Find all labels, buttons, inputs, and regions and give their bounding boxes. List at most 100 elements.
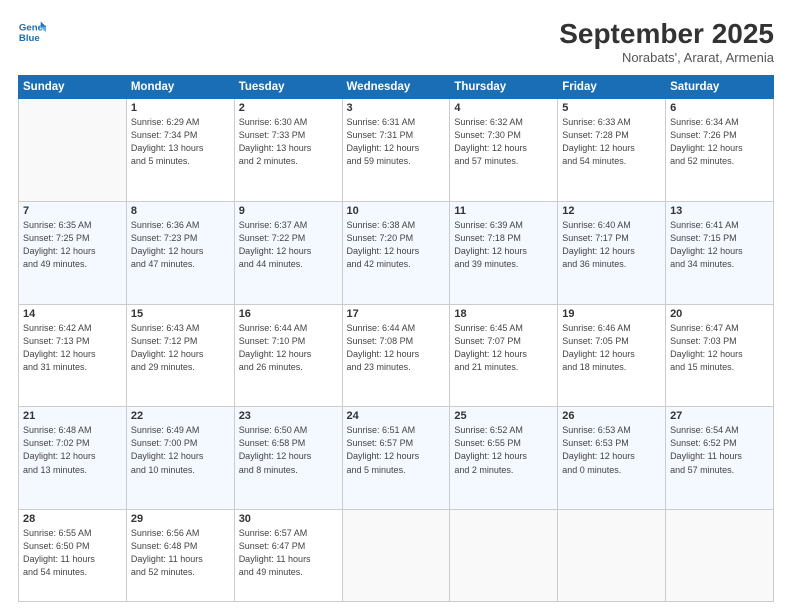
day-info: Sunrise: 6:31 AM Sunset: 7:31 PM Dayligh… <box>347 116 446 168</box>
calendar-cell: 10Sunrise: 6:38 AM Sunset: 7:20 PM Dayli… <box>342 201 450 304</box>
day-info: Sunrise: 6:54 AM Sunset: 6:52 PM Dayligh… <box>670 424 769 476</box>
day-number: 22 <box>131 410 230 422</box>
day-number: 23 <box>239 410 338 422</box>
calendar-cell: 4Sunrise: 6:32 AM Sunset: 7:30 PM Daylig… <box>450 99 558 202</box>
day-info: Sunrise: 6:37 AM Sunset: 7:22 PM Dayligh… <box>239 219 338 271</box>
day-info: Sunrise: 6:40 AM Sunset: 7:17 PM Dayligh… <box>562 219 661 271</box>
day-info: Sunrise: 6:56 AM Sunset: 6:48 PM Dayligh… <box>131 527 230 579</box>
day-info: Sunrise: 6:47 AM Sunset: 7:03 PM Dayligh… <box>670 322 769 374</box>
day-info: Sunrise: 6:50 AM Sunset: 6:58 PM Dayligh… <box>239 424 338 476</box>
day-info: Sunrise: 6:43 AM Sunset: 7:12 PM Dayligh… <box>131 322 230 374</box>
day-number: 5 <box>562 102 661 114</box>
calendar-header-row: SundayMondayTuesdayWednesdayThursdayFrid… <box>19 76 774 99</box>
calendar-cell <box>558 510 666 602</box>
page: General Blue September 2025 Norabats', A… <box>0 0 792 612</box>
header: General Blue September 2025 Norabats', A… <box>18 18 774 65</box>
calendar-cell: 24 Sunrise: 6:51 AM Sunset: 6:57 PM Dayli… <box>342 407 450 510</box>
calendar-cell: 26Sunrise: 6:53 AM Sunset: 6:53 PM Dayli… <box>558 407 666 510</box>
col-header-saturday: Saturday <box>666 76 774 99</box>
calendar-cell: 9 Sunrise: 6:37 AM Sunset: 7:22 PM Daylig… <box>234 201 342 304</box>
day-number: 14 <box>23 308 122 320</box>
col-header-friday: Friday <box>558 76 666 99</box>
col-header-wednesday: Wednesday <box>342 76 450 99</box>
day-number: 30 <box>239 513 338 525</box>
calendar-week-5: 28 Sunrise: 6:55 AM Sunset: 6:50 PM Dayli… <box>19 510 774 602</box>
calendar-cell: 11 Sunrise: 6:39 AM Sunset: 7:18 PM Dayli… <box>450 201 558 304</box>
day-number: 17 <box>347 308 446 320</box>
day-number: 12 <box>562 205 661 217</box>
day-number: 11 <box>454 205 553 217</box>
calendar-cell: 22 Sunrise: 6:49 AM Sunset: 7:00 PM Dayli… <box>126 407 234 510</box>
calendar-cell <box>19 99 127 202</box>
col-header-monday: Monday <box>126 76 234 99</box>
location: Norabats', Ararat, Armenia <box>559 50 774 65</box>
day-info: Sunrise: 6:51 AM Sunset: 6:57 PM Dayligh… <box>347 424 446 476</box>
day-number: 2 <box>239 102 338 114</box>
day-number: 25 <box>454 410 553 422</box>
day-info: Sunrise: 6:57 AM Sunset: 6:47 PM Dayligh… <box>239 527 338 579</box>
day-number: 3 <box>347 102 446 114</box>
calendar-cell: 23 Sunrise: 6:50 AM Sunset: 6:58 PM Dayli… <box>234 407 342 510</box>
col-header-sunday: Sunday <box>19 76 127 99</box>
day-info: Sunrise: 6:39 AM Sunset: 7:18 PM Dayligh… <box>454 219 553 271</box>
day-info: Sunrise: 6:52 AM Sunset: 6:55 PM Dayligh… <box>454 424 553 476</box>
calendar-cell: 29 Sunrise: 6:56 AM Sunset: 6:48 PM Dayli… <box>126 510 234 602</box>
day-number: 27 <box>670 410 769 422</box>
day-number: 6 <box>670 102 769 114</box>
calendar-cell: 19 Sunrise: 6:46 AM Sunset: 7:05 PM Dayli… <box>558 304 666 407</box>
calendar-week-1: 1 Sunrise: 6:29 AM Sunset: 7:34 PM Daylig… <box>19 99 774 202</box>
day-number: 28 <box>23 513 122 525</box>
day-number: 20 <box>670 308 769 320</box>
day-info: Sunrise: 6:44 AM Sunset: 7:08 PM Dayligh… <box>347 322 446 374</box>
day-number: 16 <box>239 308 338 320</box>
calendar-cell: 27 Sunrise: 6:54 AM Sunset: 6:52 PM Dayli… <box>666 407 774 510</box>
day-info: Sunrise: 6:49 AM Sunset: 7:00 PM Dayligh… <box>131 424 230 476</box>
calendar-cell: 18Sunrise: 6:45 AM Sunset: 7:07 PM Dayli… <box>450 304 558 407</box>
day-number: 1 <box>131 102 230 114</box>
calendar-cell: 13 Sunrise: 6:41 AM Sunset: 7:15 PM Dayli… <box>666 201 774 304</box>
col-header-tuesday: Tuesday <box>234 76 342 99</box>
calendar-cell: 5Sunrise: 6:33 AM Sunset: 7:28 PM Daylig… <box>558 99 666 202</box>
calendar-week-4: 21 Sunrise: 6:48 AM Sunset: 7:02 PM Dayli… <box>19 407 774 510</box>
month-title: September 2025 <box>559 18 774 50</box>
day-info: Sunrise: 6:35 AM Sunset: 7:25 PM Dayligh… <box>23 219 122 271</box>
calendar-cell: 21 Sunrise: 6:48 AM Sunset: 7:02 PM Dayli… <box>19 407 127 510</box>
calendar-cell <box>342 510 450 602</box>
calendar-cell: 25 Sunrise: 6:52 AM Sunset: 6:55 PM Dayli… <box>450 407 558 510</box>
col-header-thursday: Thursday <box>450 76 558 99</box>
day-number: 15 <box>131 308 230 320</box>
day-number: 9 <box>239 205 338 217</box>
day-info: Sunrise: 6:46 AM Sunset: 7:05 PM Dayligh… <box>562 322 661 374</box>
day-info: Sunrise: 6:32 AM Sunset: 7:30 PM Dayligh… <box>454 116 553 168</box>
calendar-cell: 14Sunrise: 6:42 AM Sunset: 7:13 PM Dayli… <box>19 304 127 407</box>
day-info: Sunrise: 6:30 AM Sunset: 7:33 PM Dayligh… <box>239 116 338 168</box>
day-info: Sunrise: 6:48 AM Sunset: 7:02 PM Dayligh… <box>23 424 122 476</box>
day-info: Sunrise: 6:55 AM Sunset: 6:50 PM Dayligh… <box>23 527 122 579</box>
day-number: 7 <box>23 205 122 217</box>
day-number: 19 <box>562 308 661 320</box>
day-number: 13 <box>670 205 769 217</box>
day-number: 29 <box>131 513 230 525</box>
day-info: Sunrise: 6:38 AM Sunset: 7:20 PM Dayligh… <box>347 219 446 271</box>
calendar-cell: 28 Sunrise: 6:55 AM Sunset: 6:50 PM Dayli… <box>19 510 127 602</box>
day-number: 21 <box>23 410 122 422</box>
day-info: Sunrise: 6:45 AM Sunset: 7:07 PM Dayligh… <box>454 322 553 374</box>
calendar-cell: 1 Sunrise: 6:29 AM Sunset: 7:34 PM Daylig… <box>126 99 234 202</box>
calendar-cell: 3 Sunrise: 6:31 AM Sunset: 7:31 PM Daylig… <box>342 99 450 202</box>
day-info: Sunrise: 6:29 AM Sunset: 7:34 PM Dayligh… <box>131 116 230 168</box>
title-block: September 2025 Norabats', Ararat, Armeni… <box>559 18 774 65</box>
calendar-cell: 17 Sunrise: 6:44 AM Sunset: 7:08 PM Dayli… <box>342 304 450 407</box>
calendar-table: SundayMondayTuesdayWednesdayThursdayFrid… <box>18 75 774 602</box>
day-number: 8 <box>131 205 230 217</box>
logo: General Blue <box>18 18 46 46</box>
day-info: Sunrise: 6:36 AM Sunset: 7:23 PM Dayligh… <box>131 219 230 271</box>
calendar-cell: 7 Sunrise: 6:35 AM Sunset: 7:25 PM Daylig… <box>19 201 127 304</box>
logo-icon: General Blue <box>18 18 46 46</box>
day-number: 24 <box>347 410 446 422</box>
day-info: Sunrise: 6:53 AM Sunset: 6:53 PM Dayligh… <box>562 424 661 476</box>
calendar-cell <box>666 510 774 602</box>
calendar-cell: 12 Sunrise: 6:40 AM Sunset: 7:17 PM Dayli… <box>558 201 666 304</box>
calendar-cell: 20 Sunrise: 6:47 AM Sunset: 7:03 PM Dayli… <box>666 304 774 407</box>
calendar-week-2: 7 Sunrise: 6:35 AM Sunset: 7:25 PM Daylig… <box>19 201 774 304</box>
day-info: Sunrise: 6:41 AM Sunset: 7:15 PM Dayligh… <box>670 219 769 271</box>
